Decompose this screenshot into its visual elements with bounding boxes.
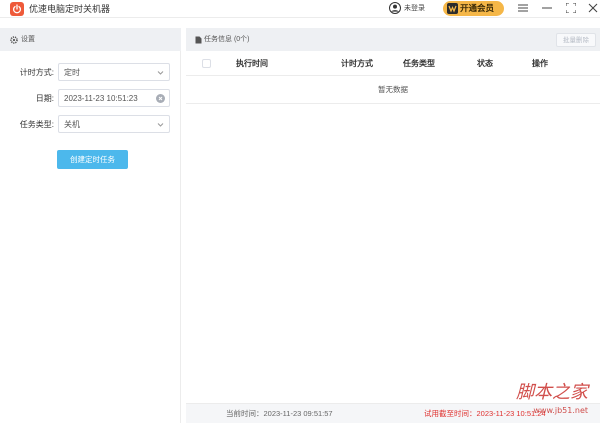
column-header-task-type[interactable]: 任务类型 <box>403 59 435 69</box>
watermark-logo: 脚本之家 www.jb51.net <box>516 382 590 415</box>
current-time: 当前时间：2023-11-23 09:51:57 <box>226 409 333 418</box>
date-input[interactable]: 2023-11-23 10:51:23 <box>58 89 170 107</box>
document-icon <box>195 36 202 44</box>
vip-button[interactable]: 开通会员 <box>443 1 504 16</box>
app-title: 优速电脑定时关机器 <box>29 4 111 14</box>
title-bar: 优速电脑定时关机器 未登录 开通会员 <box>0 0 600 18</box>
menu-icon <box>518 4 528 12</box>
timing-mode-value: 定时 <box>64 68 80 77</box>
table-header: 执行时间 计时方式 任务类型 状态 操作 <box>186 51 600 76</box>
column-header-exec-time[interactable]: 执行时间 <box>236 59 268 69</box>
batch-delete-label: 批量删除 <box>563 37 589 44</box>
settings-title: 设置 <box>21 36 35 43</box>
minimize-button[interactable] <box>539 1 555 15</box>
vip-button-label: 开通会员 <box>460 3 495 13</box>
task-header: 任务信息 (0个) 批量删除 <box>186 28 600 51</box>
column-header-status[interactable]: 状态 <box>477 59 493 69</box>
menu-button[interactable] <box>515 1 531 15</box>
empty-state-text: 暂无数据 <box>378 85 408 94</box>
maximize-button[interactable] <box>563 1 579 15</box>
chevron-down-icon <box>157 123 164 127</box>
vip-crown-icon <box>447 3 458 14</box>
minimize-icon <box>542 7 552 9</box>
column-header-actions[interactable]: 操作 <box>532 59 548 69</box>
date-value: 2023-11-23 10:51:23 <box>64 94 138 103</box>
task-title: 任务信息 (0个) <box>204 36 250 43</box>
close-icon <box>588 3 598 13</box>
task-type-value: 关机 <box>64 120 80 129</box>
login-status[interactable]: 未登录 <box>404 4 425 14</box>
clear-icon[interactable] <box>156 94 165 103</box>
table-empty-row: 暂无数据 <box>186 76 600 104</box>
settings-header: 设置 <box>0 28 181 51</box>
batch-delete-button[interactable]: 批量删除 <box>556 33 596 47</box>
task-type-label: 任务类型: <box>19 120 54 129</box>
timing-mode-select[interactable]: 定时 <box>58 63 170 81</box>
create-task-button-label: 创建定时任务 <box>70 155 115 164</box>
task-panel: 任务信息 (0个) 批量删除 执行时间 计时方式 任务类型 状态 操作 暂无数据 <box>186 28 600 423</box>
timing-mode-label: 计时方式: <box>19 68 54 77</box>
settings-panel: 设置 计时方式: 定时 日期: 2023-11-23 10:51:23 任务类型… <box>0 28 181 423</box>
watermark-url: www.jb51.net <box>533 406 588 415</box>
select-all-checkbox[interactable] <box>202 59 211 68</box>
chevron-down-icon <box>157 71 164 75</box>
power-icon <box>10 2 24 16</box>
maximize-icon <box>566 3 576 13</box>
date-label: 日期: <box>35 94 54 103</box>
column-header-timing-mode[interactable]: 计时方式 <box>341 59 373 69</box>
create-task-button[interactable]: 创建定时任务 <box>57 150 128 169</box>
task-type-select[interactable]: 关机 <box>58 115 170 133</box>
close-button[interactable] <box>585 1 600 15</box>
watermark-text: 脚本之家 <box>516 382 590 403</box>
gear-icon <box>10 36 18 44</box>
user-icon[interactable] <box>389 2 401 14</box>
